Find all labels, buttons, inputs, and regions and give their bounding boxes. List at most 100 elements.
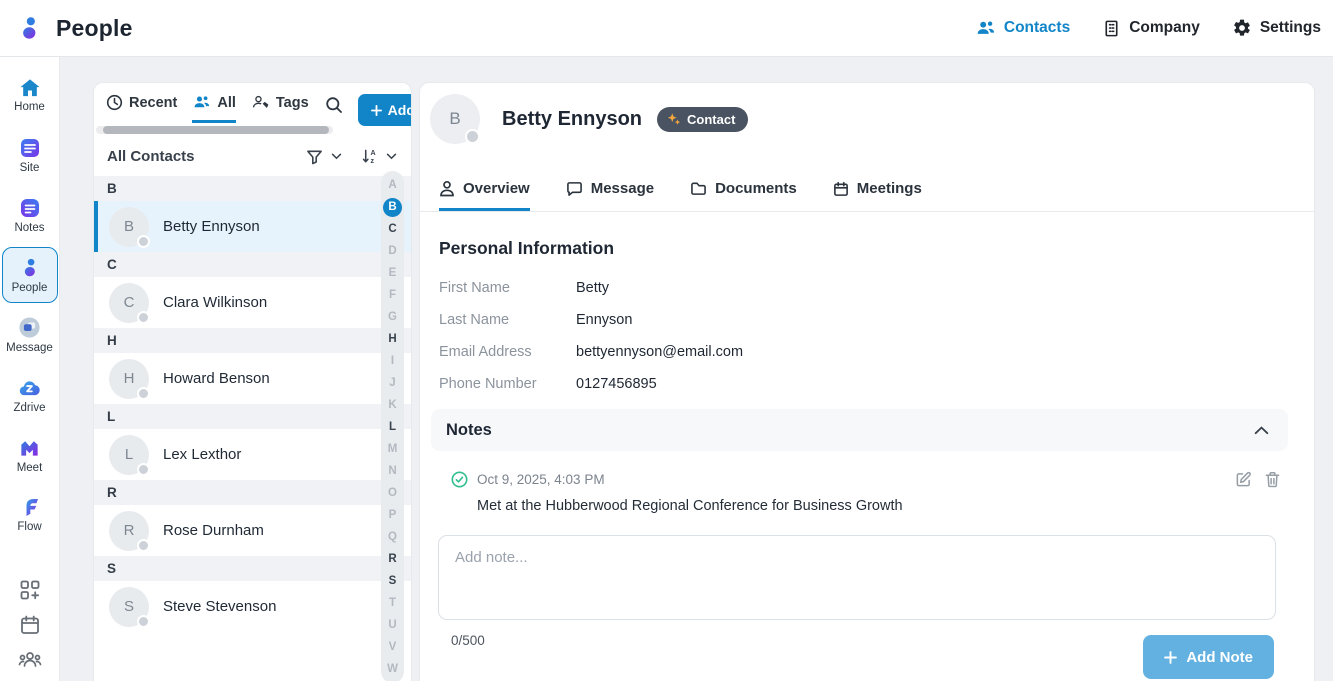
clock-icon xyxy=(106,94,123,111)
chevron-up-icon[interactable] xyxy=(1254,426,1269,435)
contact-name: Clara Wilkinson xyxy=(163,294,267,311)
alphabet-letter[interactable]: U xyxy=(381,614,404,636)
status-dot xyxy=(137,463,150,476)
tabs-divider xyxy=(420,211,1314,212)
notes-section-header[interactable]: Notes xyxy=(431,409,1288,451)
field-first-name: First Name Betty xyxy=(439,281,1314,296)
alphabet-letter[interactable]: Q xyxy=(381,526,404,548)
note-entry-head: Oct 9, 2025, 4:03 PM xyxy=(451,471,1288,488)
sort-control[interactable]: A z xyxy=(361,148,397,165)
alphabet-letter[interactable]: F xyxy=(381,284,404,306)
tab-recent[interactable]: Recent xyxy=(106,94,177,123)
people-app: People Contacts xyxy=(0,0,1333,681)
search-icon[interactable] xyxy=(324,94,343,114)
field-value: 0127456895 xyxy=(576,377,657,392)
detail-header: B Betty Ennyson Contact xyxy=(420,83,1314,144)
char-counter: 0/500 xyxy=(451,633,485,648)
contact-row-rose-durnham[interactable]: R Rose Durnham xyxy=(94,505,411,556)
filter-control[interactable] xyxy=(306,149,342,165)
status-dot xyxy=(137,539,150,552)
alphabet-letter[interactable]: R xyxy=(381,548,404,570)
contact-row-lex-lexthor[interactable]: L Lex Lexthor xyxy=(94,429,411,480)
alphabet-letter[interactable]: K xyxy=(381,394,404,416)
avatar: S xyxy=(109,587,149,627)
tab-documents[interactable]: Documents xyxy=(690,180,797,211)
plus-icon xyxy=(371,105,382,116)
rail-item-people[interactable]: People xyxy=(2,247,58,303)
alphabet-letter[interactable]: G xyxy=(381,306,404,328)
rail-item-site[interactable]: Site xyxy=(2,127,58,183)
tab-message[interactable]: Message xyxy=(566,180,654,211)
add-contact-label: Add xyxy=(388,102,412,118)
tab-meetings[interactable]: Meetings xyxy=(833,180,922,211)
people-logo-icon xyxy=(16,15,43,42)
alphabet-letter[interactable]: D xyxy=(381,240,404,262)
alphabet-index[interactable]: ABCDEFGHIJKLMNOPQRSTUVW xyxy=(381,171,404,681)
status-dot xyxy=(137,615,150,628)
contact-detail-panel: B Betty Ennyson Contact xyxy=(419,82,1315,681)
scrollbar-thumb[interactable] xyxy=(103,126,329,134)
alphabet-letter[interactable]: L xyxy=(381,416,404,438)
add-contact-button[interactable]: Add xyxy=(358,94,412,126)
contact-name: Betty Ennyson xyxy=(163,218,260,235)
avatar: H xyxy=(109,359,149,399)
svg-text:z: z xyxy=(370,157,374,165)
avatar-initial: S xyxy=(124,598,134,615)
topnav-company[interactable]: Company xyxy=(1102,19,1200,38)
delete-note-icon[interactable] xyxy=(1265,471,1280,488)
alphabet-letter[interactable]: N xyxy=(381,460,404,482)
rail-item-zdrive[interactable]: Zdrive xyxy=(2,367,58,423)
field-email: Email Address bettyennyson@email.com xyxy=(439,345,1314,360)
home-icon xyxy=(19,78,41,98)
rail-label: People xyxy=(12,282,48,294)
rail-item-home[interactable]: Home xyxy=(2,67,58,123)
topnav-settings[interactable]: Settings xyxy=(1232,18,1321,38)
tab-overview-label: Overview xyxy=(463,180,530,197)
sort-az-icon: A z xyxy=(361,148,378,165)
community-icon[interactable] xyxy=(18,649,42,669)
tab-all[interactable]: All xyxy=(192,94,236,123)
field-label: Last Name xyxy=(439,313,576,328)
alphabet-letter[interactable]: E xyxy=(381,262,404,284)
tab-overview[interactable]: Overview xyxy=(439,180,530,211)
alphabet-letter[interactable]: V xyxy=(381,636,404,658)
alphabet-letter[interactable]: H xyxy=(381,328,404,350)
add-note-button[interactable]: Add Note xyxy=(1143,635,1274,679)
list-tabs: Recent All xyxy=(94,83,411,126)
contact-row-howard-benson[interactable]: H Howard Benson xyxy=(94,353,411,404)
alphabet-letter[interactable]: M xyxy=(381,438,404,460)
contact-row-clara-wilkinson[interactable]: C Clara Wilkinson xyxy=(94,277,411,328)
rail-item-message[interactable]: Message xyxy=(2,307,58,363)
field-last-name: Last Name Ennyson xyxy=(439,313,1314,328)
contact-row-steve-stevenson[interactable]: S Steve Stevenson xyxy=(94,581,411,632)
list-header: All Contacts A xyxy=(94,134,411,176)
tab-tags[interactable]: Tags xyxy=(251,94,309,123)
horizontal-scrollbar[interactable] xyxy=(96,126,333,134)
calendar-icon xyxy=(833,181,849,197)
contacts-icon xyxy=(975,18,996,39)
calendar-tool-icon[interactable] xyxy=(19,614,41,636)
top-navigation: Contacts Company Settings xyxy=(975,18,1321,39)
add-note-input[interactable] xyxy=(438,535,1276,620)
topnav-contacts[interactable]: Contacts xyxy=(975,18,1070,39)
alphabet-letter[interactable]: B xyxy=(383,198,402,217)
alphabet-letter[interactable]: C xyxy=(381,218,404,240)
tab-documents-label: Documents xyxy=(715,180,797,197)
badge-label: Contact xyxy=(687,112,735,127)
alphabet-letter[interactable]: T xyxy=(381,592,404,614)
alphabet-letter[interactable]: W xyxy=(381,658,404,680)
rail-item-notes[interactable]: Notes xyxy=(2,187,58,243)
alphabet-letter[interactable]: J xyxy=(381,372,404,394)
alphabet-letter[interactable]: S xyxy=(381,570,404,592)
alphabet-letter[interactable]: I xyxy=(381,350,404,372)
rail-item-meet[interactable]: Meet xyxy=(2,427,58,483)
rail-tools xyxy=(18,579,42,671)
alphabet-letter[interactable]: O xyxy=(381,482,404,504)
alphabet-letter[interactable]: P xyxy=(381,504,404,526)
apps-add-icon[interactable] xyxy=(19,579,41,601)
contact-row-betty-ennyson[interactable]: B Betty Ennyson xyxy=(94,201,411,252)
topnav-company-label: Company xyxy=(1129,19,1200,37)
rail-item-flow[interactable]: Flow xyxy=(2,487,58,543)
alphabet-letter[interactable]: A xyxy=(381,174,404,196)
edit-note-icon[interactable] xyxy=(1235,471,1252,488)
